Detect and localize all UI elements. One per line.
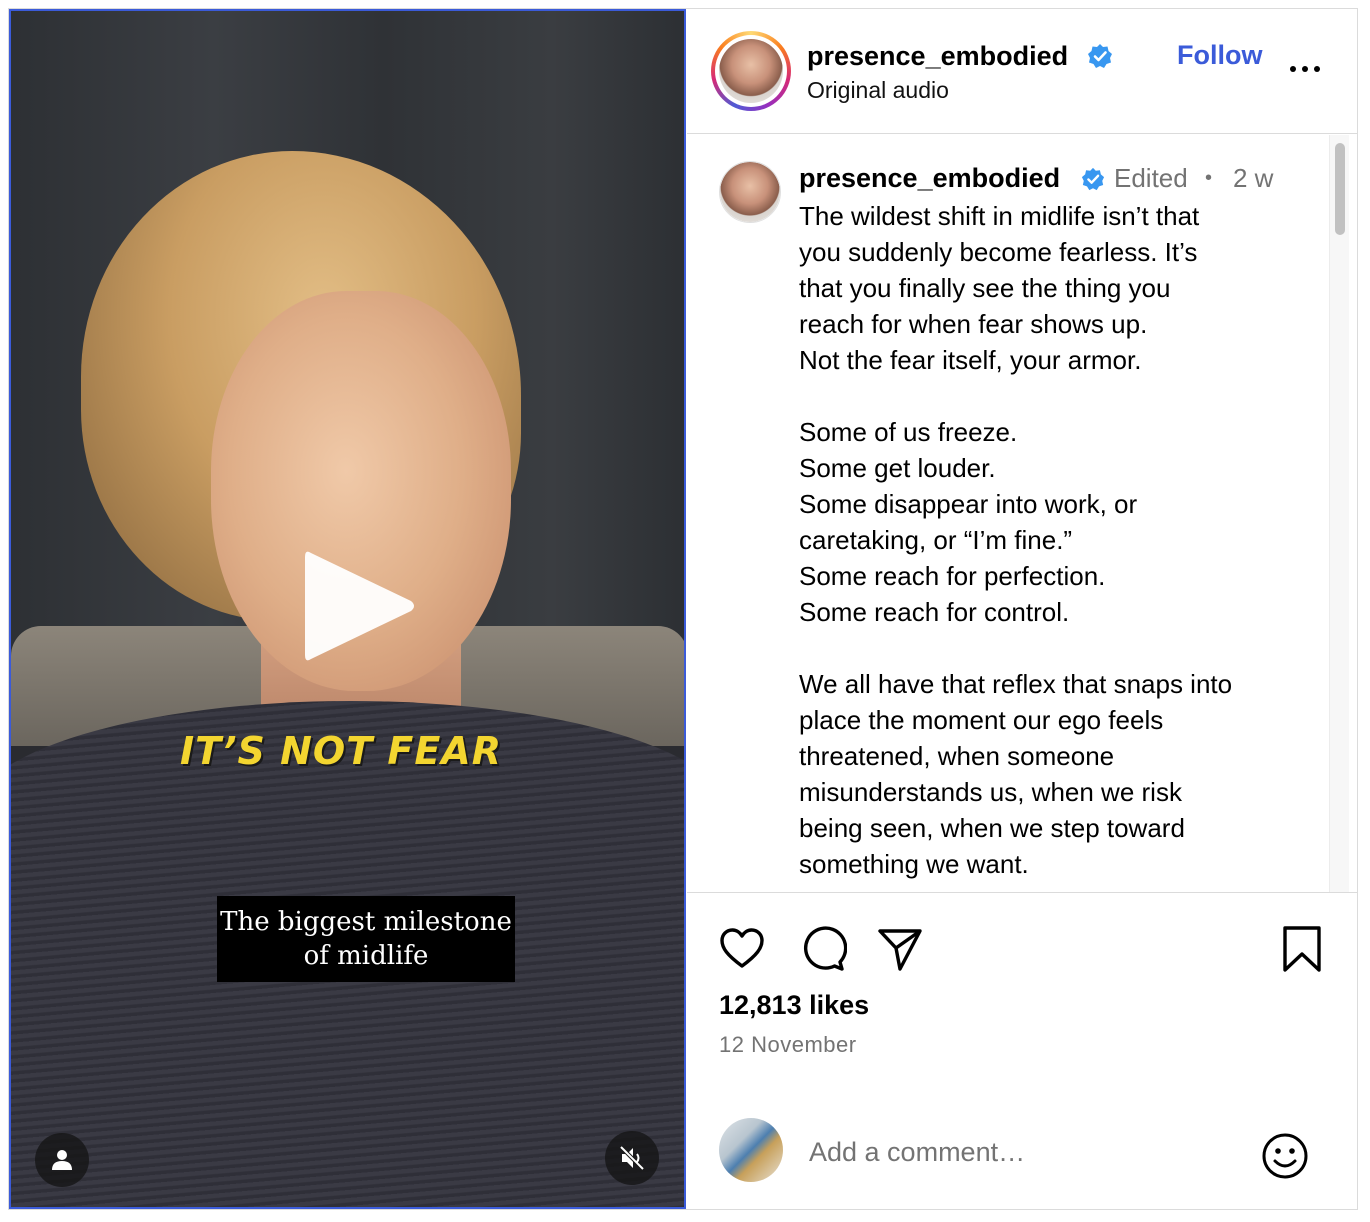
post-modal: IT’S NOT FEAR The biggest milestone of m… <box>8 8 1358 1210</box>
verified-badge-icon <box>1088 44 1112 68</box>
video-overlay-text: IT’S NOT FEAR <box>180 729 502 773</box>
header-username[interactable]: presence_embodied <box>807 41 1068 72</box>
verified-badge-icon <box>1081 167 1105 191</box>
edited-label: Edited <box>1114 163 1188 193</box>
likes-count[interactable]: 12,813 likes <box>719 990 869 1021</box>
share-icon[interactable] <box>875 924 925 974</box>
comment-input[interactable] <box>809 1132 1249 1172</box>
post-date[interactable]: 12 November <box>719 1032 857 1058</box>
video-subtitle: The biggest milestone of midlife <box>217 896 515 982</box>
bookmark-icon[interactable] <box>1277 924 1327 974</box>
meta-separator: • <box>1205 167 1213 189</box>
mute-button[interactable] <box>605 1131 659 1185</box>
tagged-users-button[interactable] <box>35 1133 89 1187</box>
audio-label[interactable]: Original audio <box>807 77 949 104</box>
caption-author-avatar-image <box>720 162 780 222</box>
caption-scrollbar[interactable] <box>1329 135 1349 892</box>
video-subtitle-line2: of midlife <box>303 941 429 971</box>
post-header: presence_embodied Original audio Follow <box>687 9 1357 134</box>
heart-icon[interactable] <box>717 924 767 974</box>
muted-speaker-icon <box>619 1145 645 1171</box>
post-age[interactable]: 2 w <box>1233 163 1273 194</box>
caption-username[interactable]: presence_embodied <box>799 163 1060 194</box>
action-bar: 12,813 likes 12 November <box>687 894 1357 1094</box>
emoji-icon[interactable] <box>1261 1132 1309 1180</box>
user-icon <box>52 1150 72 1170</box>
follow-button[interactable]: Follow <box>1177 40 1262 71</box>
caption-author-avatar[interactable] <box>719 161 781 223</box>
comment-icon[interactable] <box>797 924 847 974</box>
author-avatar-image <box>719 39 783 103</box>
video-player[interactable]: IT’S NOT FEAR The biggest milestone of m… <box>9 9 686 1209</box>
scrollbar-thumb[interactable] <box>1335 143 1345 235</box>
post-details: presence_embodied Original audio Follow … <box>687 9 1357 1209</box>
play-icon[interactable] <box>293 541 423 671</box>
caption-text: The wildest shift in midlife isn’t that … <box>799 201 1233 879</box>
video-subtitle-line1: The biggest milestone <box>220 907 512 937</box>
current-user-avatar[interactable] <box>719 1118 783 1182</box>
author-avatar[interactable] <box>711 31 791 111</box>
more-horizontal-icon[interactable] <box>1285 57 1325 81</box>
caption-section[interactable]: presence_embodied Edited • 2 w The wilde… <box>687 135 1357 893</box>
comment-bar <box>687 1094 1357 1209</box>
